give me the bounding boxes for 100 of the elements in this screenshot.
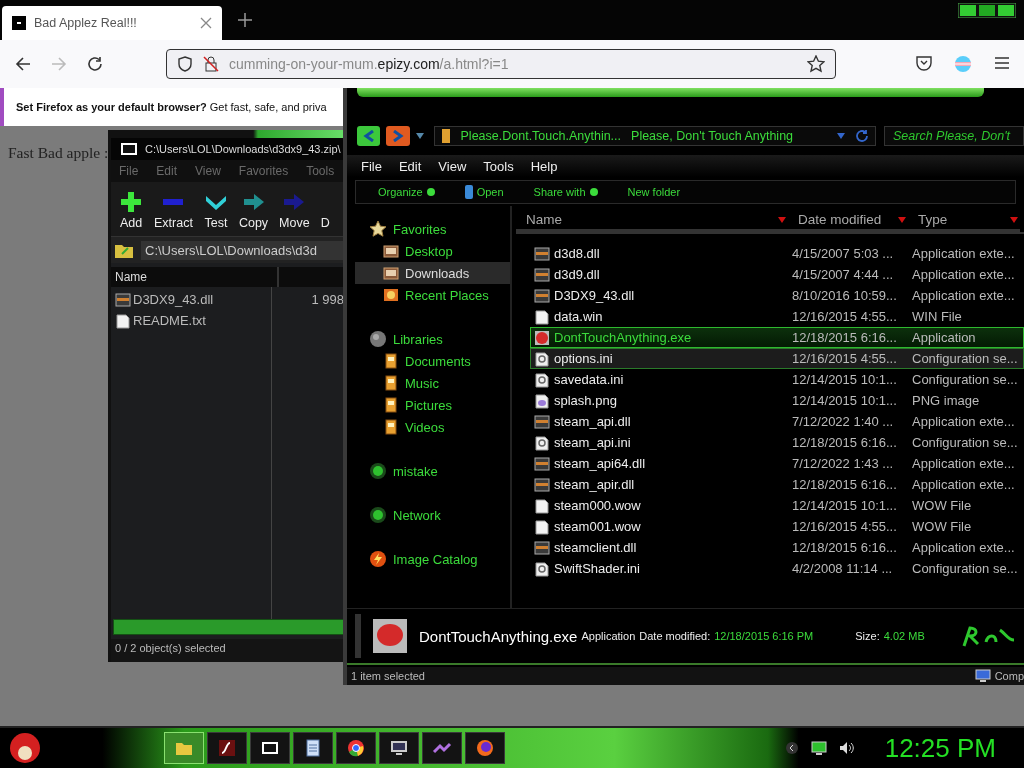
start-orb-icon[interactable] bbox=[8, 731, 42, 765]
file-row[interactable]: steam_apir.dll 12/18/2015 6:16... Application exte... bbox=[530, 474, 1024, 495]
file-row[interactable]: steam_api.ini 12/18/2015 6:16... Configuration se... bbox=[530, 432, 1024, 453]
nav-item[interactable]: Libraries bbox=[355, 328, 510, 350]
open-icon bbox=[464, 185, 473, 199]
nav-item[interactable]: Recent Places bbox=[355, 284, 510, 306]
file-name[interactable]: README.txt bbox=[133, 313, 293, 328]
menu-item[interactable]: Favorites bbox=[238, 164, 289, 178]
file-row[interactable]: steam_api64.dll 7/12/2022 1:43 ... Application exte... bbox=[530, 453, 1024, 474]
taskbar-button[interactable] bbox=[336, 732, 376, 764]
command-button[interactable]: New folder bbox=[627, 186, 681, 198]
pocket-icon[interactable] bbox=[916, 55, 932, 71]
toolbar-button[interactable]: D bbox=[320, 190, 330, 230]
file-icon bbox=[534, 518, 550, 535]
file-row[interactable]: splash.png 12/14/2015 10:1... PNG image bbox=[530, 390, 1024, 411]
toolbar-button[interactable]: Test bbox=[203, 190, 228, 230]
scroll-bar[interactable] bbox=[113, 619, 346, 635]
nav-item[interactable]: mistake bbox=[355, 460, 510, 482]
details-label: Date modified: bbox=[639, 630, 711, 642]
nav-item[interactable]: Desktop bbox=[355, 240, 510, 262]
file-row[interactable]: savedata.ini 12/14/2015 10:1... Configuration se... bbox=[530, 369, 1024, 390]
search-field[interactable]: Search Please, Don't bbox=[884, 126, 1024, 146]
nav-item[interactable]: Network bbox=[355, 504, 510, 526]
page-favicon-icon bbox=[12, 16, 26, 30]
browser-tab[interactable]: Bad Applez Real!!! bbox=[2, 6, 222, 40]
insecure-lock-icon bbox=[203, 56, 219, 72]
toolbar-button[interactable]: Copy bbox=[238, 190, 269, 230]
settings-file-icon bbox=[534, 350, 550, 367]
file-row[interactable]: SwiftShader.ini 4/2/2008 11:14 ... Configuration se... bbox=[530, 558, 1024, 579]
nav-item[interactable]: Favorites bbox=[355, 218, 510, 240]
breadcrumb[interactable]: Please, Don't Touch Anything bbox=[631, 129, 794, 143]
orb-icon bbox=[369, 506, 387, 524]
menu-item[interactable]: View bbox=[438, 158, 467, 174]
details-label: Size: bbox=[855, 630, 880, 642]
address-bar[interactable]: Please.Dont.Touch.Anythin... Please, Don't Touch Anything bbox=[433, 126, 876, 146]
caret-icon[interactable] bbox=[837, 133, 845, 139]
file-row[interactable]: options.ini 12/16/2015 4:55... Configuration se... bbox=[530, 348, 1024, 369]
nav-item[interactable]: Documents bbox=[355, 350, 510, 372]
volume-icon[interactable] bbox=[838, 741, 855, 755]
taskbar-button[interactable] bbox=[465, 732, 505, 764]
file-row[interactable]: steam000.wow 12/14/2015 10:1... WOW File bbox=[530, 495, 1024, 516]
menu-item[interactable]: View bbox=[195, 164, 221, 178]
toolbar-button[interactable]: Extract bbox=[154, 190, 193, 230]
file-name[interactable]: D3DX9_43.dll bbox=[133, 292, 293, 307]
network-icon[interactable] bbox=[810, 741, 827, 755]
bookmark-star-icon[interactable] bbox=[807, 55, 825, 73]
menu-item[interactable]: Edit bbox=[156, 164, 178, 178]
library-orb-icon bbox=[369, 330, 387, 348]
address-bar[interactable]: cumming-on-your-mum.epizy.com/a.html?i=1 bbox=[166, 49, 836, 79]
reload-icon[interactable] bbox=[86, 55, 104, 73]
file-icon bbox=[534, 308, 550, 325]
page-text: Fast Bad apple : bbox=[8, 144, 109, 161]
file-icon bbox=[534, 497, 550, 514]
file-row[interactable]: data.win 12/16/2015 4:55... WIN File bbox=[530, 306, 1024, 327]
clock[interactable]: 12:25 PM bbox=[884, 732, 996, 764]
taskbar-button[interactable] bbox=[379, 732, 419, 764]
folder-icon bbox=[440, 128, 451, 144]
command-button[interactable]: Organize bbox=[378, 186, 435, 198]
column-header[interactable]: Name bbox=[516, 210, 788, 232]
dll-file-icon bbox=[534, 266, 550, 283]
chevron-icon[interactable] bbox=[784, 741, 799, 755]
notification-text: Set Firefox as your default browser? Get fast, safe, and priva bbox=[16, 101, 327, 113]
menu-icon[interactable] bbox=[994, 55, 1010, 71]
monitor-icon bbox=[389, 738, 409, 758]
menu-item[interactable]: File bbox=[119, 164, 139, 178]
nav-item[interactable]: Videos bbox=[355, 416, 510, 438]
breadcrumb[interactable]: Please.Dont.Touch.Anythin... bbox=[460, 129, 622, 143]
taskbar-button[interactable] bbox=[293, 732, 333, 764]
file-row[interactable]: steam_api.dll 7/12/2022 1:40 ... Application exte... bbox=[530, 411, 1024, 432]
new-tab-icon[interactable] bbox=[238, 13, 252, 27]
toolbar-button[interactable]: Add bbox=[119, 190, 143, 230]
notepad-icon bbox=[303, 738, 323, 758]
nav-item[interactable]: Downloads bbox=[355, 262, 510, 284]
menu-item[interactable]: Help bbox=[530, 158, 558, 174]
menu-item[interactable]: Tools bbox=[306, 164, 335, 178]
back-icon[interactable] bbox=[14, 55, 32, 73]
taskbar-button[interactable] bbox=[250, 732, 290, 764]
menu-item[interactable]: Tools bbox=[483, 158, 514, 174]
menu-item[interactable]: Edit bbox=[398, 158, 422, 174]
nav-item[interactable]: Pictures bbox=[355, 394, 510, 416]
close-icon[interactable] bbox=[200, 17, 212, 29]
file-row[interactable]: steamclient.dll 12/18/2015 6:16... Application exte... bbox=[530, 537, 1024, 558]
nav-item[interactable]: Music bbox=[355, 372, 510, 394]
file-row[interactable]: d3d8.dll 4/15/2007 5:03 ... Application exte... bbox=[530, 243, 1024, 264]
path-field[interactable]: C:\Users\LOL\Downloads\d3d bbox=[141, 240, 346, 260]
command-button[interactable]: Open bbox=[464, 185, 504, 199]
toolbar-button[interactable]: Move bbox=[279, 190, 310, 230]
caret-icon[interactable] bbox=[415, 133, 424, 139]
file-row[interactable]: DontTouchAnything.exe 12/18/2015 6:16... Application bbox=[530, 327, 1024, 348]
nav-item[interactable]: Image Catalog bbox=[355, 548, 510, 570]
file-row[interactable]: d3d9.dll 4/15/2007 4:44 ... Application exte... bbox=[530, 264, 1024, 285]
refresh-icon[interactable] bbox=[855, 129, 869, 143]
details-file-name: DontTouchAnything.exe bbox=[419, 627, 578, 645]
column-header[interactable]: Date modified bbox=[788, 210, 908, 232]
file-row[interactable]: D3DX9_43.dll 8/10/2016 10:59... Application exte... bbox=[530, 285, 1024, 306]
command-button[interactable]: Share with bbox=[533, 186, 598, 198]
back-button[interactable] bbox=[357, 126, 381, 146]
menu-item[interactable]: File bbox=[361, 158, 382, 174]
column-header[interactable]: Type bbox=[908, 210, 1020, 232]
file-row[interactable]: steam001.wow 12/16/2015 4:55... WOW File bbox=[530, 516, 1024, 537]
